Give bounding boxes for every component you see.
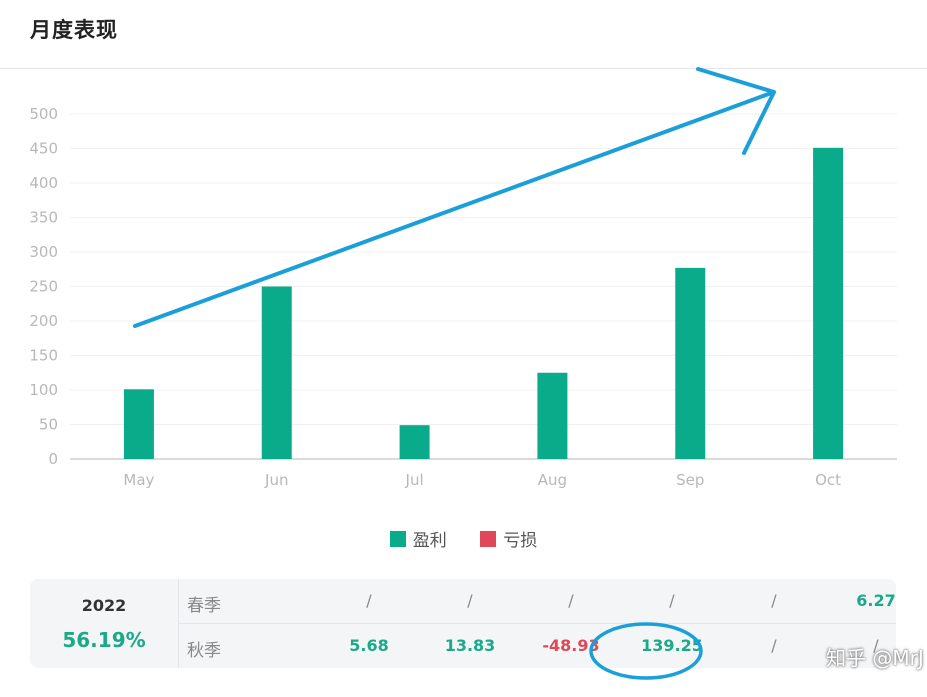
y-tick-label: 350	[29, 209, 58, 227]
y-tick-label: 400	[29, 174, 58, 192]
bar-jul	[399, 425, 430, 459]
x-tick-label: Jul	[405, 471, 424, 489]
row-label: 春季	[187, 596, 221, 616]
x-tick-label: Aug	[538, 471, 567, 489]
bar-aug	[537, 372, 568, 459]
y-tick-label: 200	[29, 312, 58, 330]
y-tick-label: 0	[48, 450, 58, 468]
table-cell: 13.83	[444, 636, 496, 655]
y-tick-label: 500	[29, 105, 58, 123]
y-tick-label: 450	[29, 140, 58, 158]
y-tick-label: 300	[29, 243, 58, 261]
y-tick-label: 250	[29, 278, 58, 296]
bar-may	[123, 389, 154, 459]
year-label: 2022	[81, 596, 127, 615]
bar-oct	[813, 147, 844, 459]
x-tick-label: Oct	[815, 471, 841, 489]
chart-legend: 盈利 亏损	[0, 526, 927, 552]
y-tick-label: 150	[29, 347, 58, 365]
bar-chart: 0 50 100 150 200 250 300 350 400 450 500 May Jun Jul A…	[29, 105, 897, 489]
table-row: 春季 / / / / / 6.27	[179, 579, 896, 624]
table-cell: /	[771, 591, 777, 610]
x-tick-label: Jun	[264, 471, 288, 489]
table-cell: /	[669, 591, 675, 610]
legend-item-loss[interactable]: 亏损	[480, 526, 537, 551]
legend-item-profit[interactable]: 盈利	[389, 526, 447, 551]
table-cell: /	[366, 591, 372, 610]
row-label: 秋季	[187, 641, 221, 661]
table-cell: 6.27	[856, 591, 896, 610]
x-tick-label: Sep	[676, 471, 704, 489]
bar-jun	[261, 286, 292, 459]
y-tick-label: 100	[29, 381, 58, 399]
bar-sep	[675, 267, 706, 459]
watermark: 知乎 @MrJ	[826, 646, 924, 670]
y-tick-label: 50	[39, 416, 58, 434]
summary-table: 2022 56.19% 春季 / / / / / 6.27 秋季 5.68 13.83 -48…	[30, 579, 896, 668]
table-cell: 139.25	[641, 636, 703, 655]
table-cell: /	[568, 591, 574, 610]
table-row: 秋季 5.68 13.83 -48.93 139.25//	[179, 624, 896, 668]
legend-label-loss: 亏损	[503, 531, 538, 551]
x-tick-label: May	[123, 471, 154, 489]
legend-swatch-loss	[480, 530, 497, 547]
table-cell: 5.68	[349, 636, 389, 655]
table-cell: /	[467, 591, 473, 610]
legend-swatch-profit	[389, 530, 406, 547]
year-percent: 56.19%	[62, 628, 146, 652]
year-cell: 2022 56.19%	[30, 579, 179, 668]
legend-label-profit: 盈利	[412, 531, 447, 551]
table-cell: -48.93	[542, 636, 600, 655]
table-cell: /	[771, 636, 777, 655]
